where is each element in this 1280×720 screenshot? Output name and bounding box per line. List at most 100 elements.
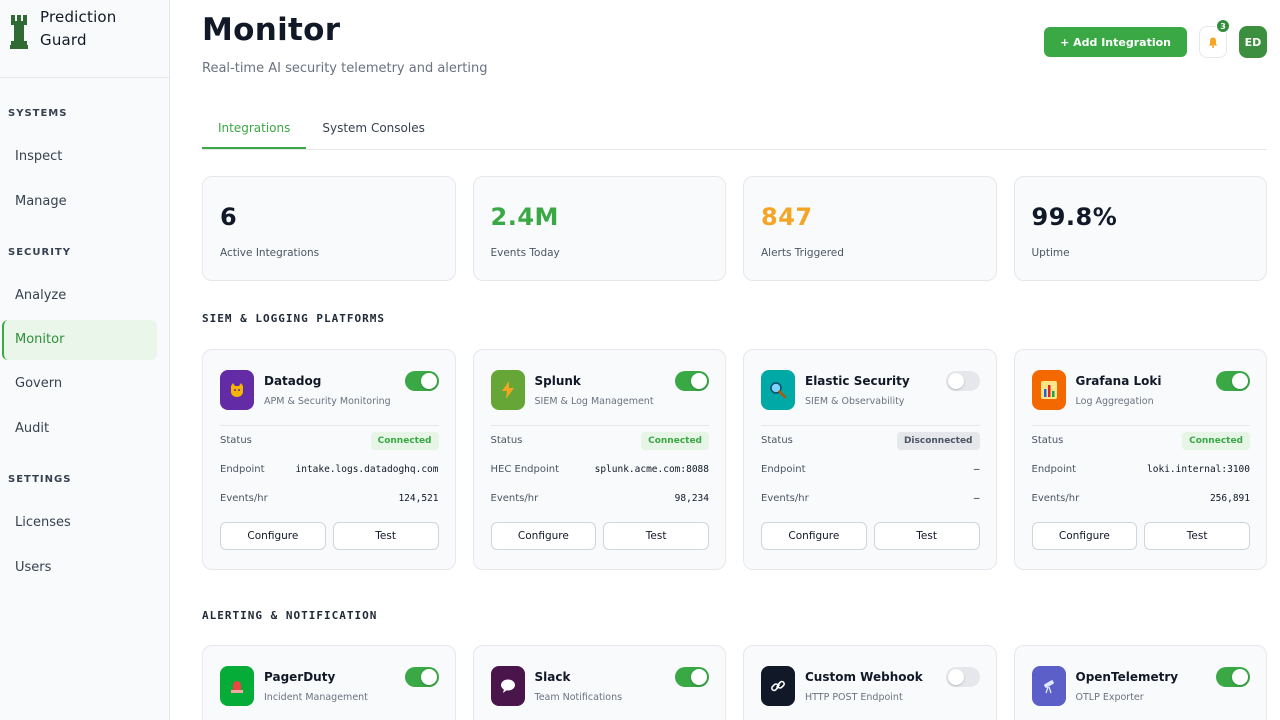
card-title: Splunk [534,374,581,388]
card-title: Slack [534,670,571,684]
sidebar-item-analyze[interactable]: Analyze [2,276,157,316]
endpoint-value: — [973,464,980,475]
test-button[interactable]: Test [1144,522,1250,550]
configure-button[interactable]: Configure [761,522,867,550]
status-row: Status Disconnected [761,426,980,455]
sidebar-item-inspect[interactable]: Inspect [2,137,157,177]
events-row: Events/hr 256,891 [1032,484,1251,513]
section-title-alerting: ALERTING & NOTIFICATION [202,609,378,622]
integration-card-elastic-security: Elastic Security SIEM & Observability St… [743,349,997,570]
test-button[interactable]: Test [603,522,709,550]
status-badge: Disconnected [896,431,980,450]
status-badge: Connected [641,431,709,450]
tab-system-consoles[interactable]: System Consoles [306,108,440,149]
events-value: 256,891 [1209,493,1250,504]
enable-toggle[interactable] [1216,371,1250,391]
section-title-siem: SIEM & LOGGING PLATFORMS [202,312,385,325]
nav-section-security: SECURITY [8,247,71,258]
toggle-knob [1232,373,1248,389]
status-label: Status [220,435,252,446]
magnifier-icon [761,370,795,410]
page-subtitle: Real-time AI security telemetry and aler… [202,61,488,76]
endpoint-value: loki.internal:3100 [1147,464,1250,475]
card-description: HTTP POST Endpoint [805,692,903,703]
brand-name-line1: Prediction [40,8,117,26]
status-row: Status Connected [1032,426,1250,455]
configure-button[interactable]: Configure [1031,522,1138,550]
sidebar-item-govern[interactable]: Govern [2,364,157,404]
card-title: Datadog [264,374,322,388]
enable-toggle[interactable] [945,371,980,391]
toggle-knob [947,669,964,685]
stat-label: Alerts Triggered [761,247,844,259]
stat-value: 2.4M [490,203,559,231]
endpoint-label: Endpoint [1031,464,1077,475]
events-value: 98,234 [674,493,709,504]
brand-name-line2: Guard [40,31,87,49]
toggle-knob [420,373,437,389]
sidebar-item-audit[interactable]: Audit [2,409,157,449]
enable-toggle[interactable] [1216,667,1250,687]
endpoint-row: Endpoint intake.logs.datadoghq.com [220,455,439,484]
sidebar-item-licenses[interactable]: Licenses [2,503,157,543]
notifications-button[interactable]: 3 [1199,19,1230,58]
stat-card: 2.4M Events Today [472,176,726,281]
add-integration-button[interactable]: + Add Integration [1044,27,1187,57]
endpoint-label: HEC Endpoint [490,464,560,475]
stat-label: Active Integrations [220,247,320,259]
events-value: 124,521 [398,493,439,504]
events-value: — [973,493,980,504]
card-title: OpenTelemetry [1075,670,1179,684]
status-label: Status [761,435,793,446]
top-actions: + Add Integration 3 ED [1044,19,1267,58]
stat-card: 847 Alerts Triggered [743,176,997,281]
status-row: Status Connected [220,426,439,455]
test-button[interactable]: Test [332,522,439,550]
stat-value: 847 [761,203,813,231]
integration-card-opentelemetry: OpenTelemetry OTLP Exporter [1013,645,1267,720]
bar-chart-icon [1031,370,1066,410]
toggle-knob [420,669,437,685]
enable-toggle[interactable] [404,667,439,687]
endpoint-value: splunk.acme.com:8088 [594,464,709,475]
sidebar-item-users[interactable]: Users [2,548,157,588]
status-label: Status [490,435,523,446]
enable-toggle[interactable] [675,371,709,391]
status-badge: Connected [370,431,439,450]
enable-toggle[interactable] [675,667,709,687]
test-button[interactable]: Test [873,522,980,550]
siren-icon [220,666,254,706]
avatar[interactable]: ED [1239,26,1267,58]
enable-toggle[interactable] [945,667,980,687]
endpoint-value: intake.logs.datadoghq.com [295,464,439,475]
integration-card-pagerduty: PagerDuty Incident Management [202,645,456,720]
status-badge: Connected [1182,431,1250,450]
rook-logo-icon [10,15,28,49]
card-title: PagerDuty [264,670,336,684]
tab-integrations[interactable]: Integrations [202,108,307,149]
configure-button[interactable]: Configure [490,522,597,550]
integration-card-splunk: Splunk SIEM & Log Management Status Conne… [472,349,726,570]
events-row: Events/hr — [761,484,980,513]
endpoint-row: Endpoint — [761,455,980,484]
card-description: OTLP Exporter [1075,692,1144,703]
toggle-knob [691,669,707,685]
toggle-knob [691,373,707,389]
stat-card: 6 Active Integrations [202,176,456,281]
card-description: Team Notifications [534,692,623,703]
configure-button[interactable]: Configure [220,522,326,550]
stat-label: Uptime [1031,247,1070,259]
telescope-icon [1031,666,1066,706]
toggle-knob [947,373,964,389]
integration-card-custom-webhook: Custom Webhook HTTP POST Endpoint [743,645,997,720]
chat-bubble-icon [490,666,525,706]
sidebar-item-manage[interactable]: Manage [2,182,157,222]
brand[interactable]: Prediction Guard [0,0,169,78]
card-title: Custom Webhook [805,670,923,684]
siem-cards-grid: Datadog APM & Security Monitoring Status… [202,349,1267,570]
enable-toggle[interactable] [404,371,439,391]
notification-count-badge: 3 [1216,19,1230,33]
integration-card-datadog: Datadog APM & Security Monitoring Status… [202,349,456,570]
toggle-knob [1232,669,1248,685]
sidebar-item-monitor[interactable]: Monitor [2,320,157,360]
